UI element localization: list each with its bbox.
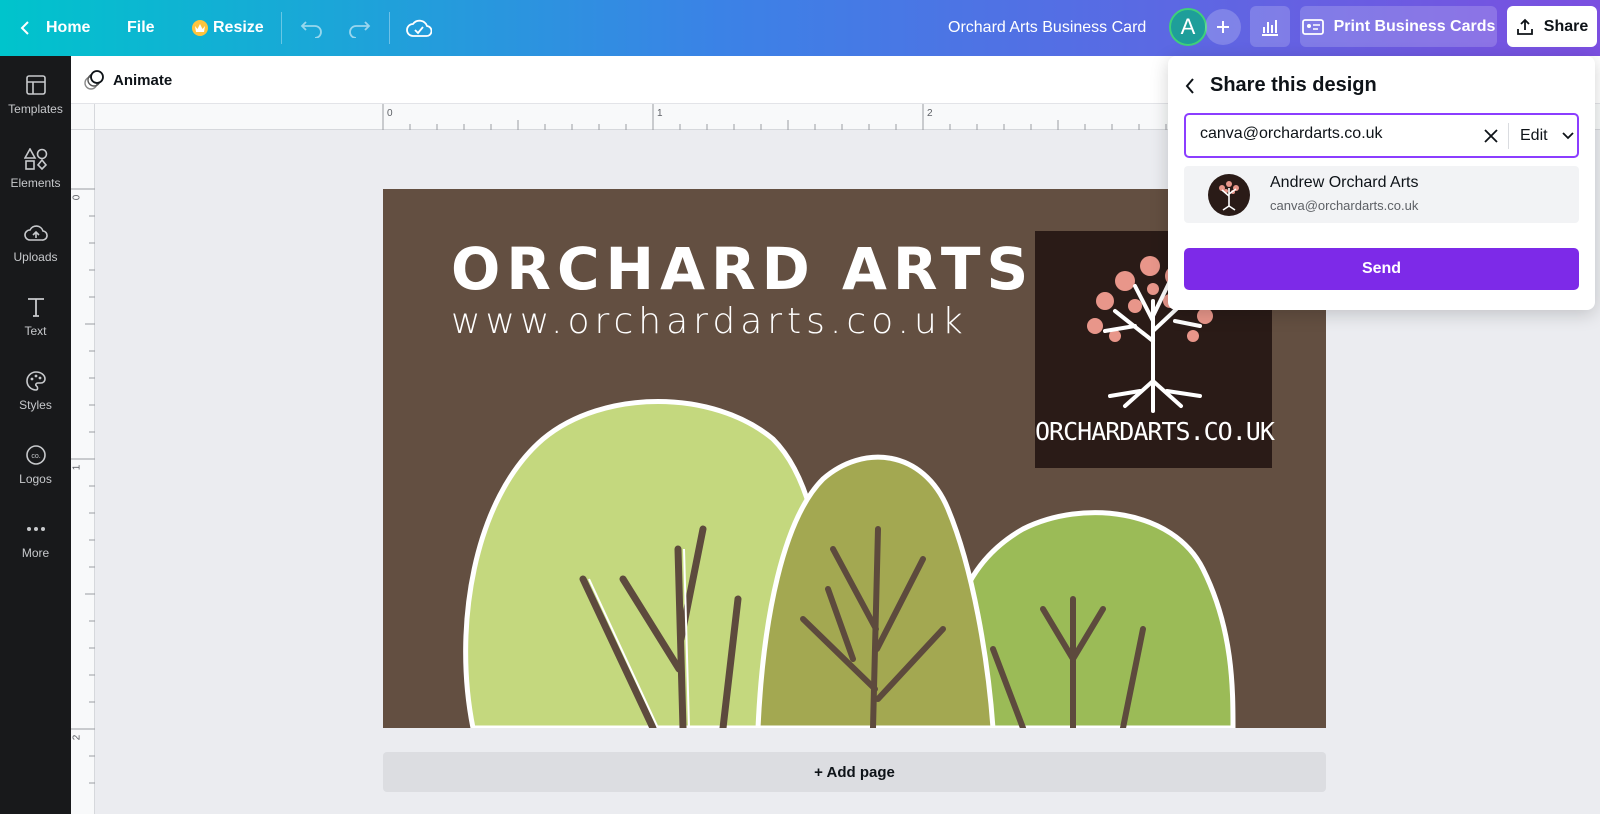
elements-icon bbox=[23, 148, 47, 170]
sidebar-item-more[interactable]: More bbox=[0, 506, 71, 572]
sidebar-item-elements[interactable]: Elements bbox=[0, 136, 71, 202]
send-label: Send bbox=[1361, 260, 1402, 277]
ruler-number: 0 bbox=[387, 108, 393, 119]
home-button[interactable]: Home bbox=[18, 0, 90, 56]
back-button[interactable] bbox=[1184, 77, 1196, 95]
plus-icon bbox=[1217, 21, 1229, 33]
chevron-left-icon bbox=[1185, 77, 1194, 94]
clear-input-button[interactable] bbox=[1480, 125, 1502, 147]
styles-icon bbox=[25, 371, 46, 391]
input-divider bbox=[1508, 123, 1509, 149]
design-title[interactable]: Orchard Arts Business Card bbox=[948, 0, 1146, 56]
add-collaborator-button[interactable] bbox=[1205, 9, 1241, 45]
insights-button[interactable] bbox=[1250, 6, 1290, 47]
sidebar-item-label: Logos bbox=[19, 472, 52, 486]
sidebar-item-label: More bbox=[21, 546, 50, 560]
ruler-number: 2 bbox=[71, 734, 83, 741]
print-business-cards-button[interactable]: Print Business Cards bbox=[1300, 6, 1497, 47]
toolbar-divider bbox=[281, 12, 282, 44]
share-label: Share bbox=[1543, 17, 1589, 35]
ruler-number: 2 bbox=[927, 108, 933, 119]
chevron-left-icon bbox=[20, 21, 29, 35]
share-panel-title: Share this design bbox=[1210, 74, 1377, 96]
design-title-text: Orchard Arts Business Card bbox=[948, 19, 1147, 36]
share-email-input[interactable] bbox=[1200, 125, 1470, 143]
sidebar-item-label: Templates bbox=[8, 102, 63, 116]
business-card-icon bbox=[1301, 18, 1324, 35]
card-url[interactable]: www.orchardarts.co.uk bbox=[451, 301, 968, 342]
card-title[interactable]: ORCHARD ARTS bbox=[451, 235, 1034, 303]
sidebar-item-styles[interactable]: Styles bbox=[0, 358, 71, 424]
permission-dropdown[interactable]: Edit bbox=[1520, 115, 1574, 156]
ruler-ticks bbox=[71, 188, 95, 784]
upload-share-icon bbox=[1516, 18, 1533, 35]
undo-button[interactable] bbox=[300, 0, 324, 56]
redo-icon bbox=[349, 21, 371, 38]
file-menu-button[interactable]: File bbox=[127, 0, 155, 56]
templates-icon bbox=[25, 75, 46, 95]
print-label: Print Business Cards bbox=[1333, 17, 1496, 35]
more-icon bbox=[26, 527, 45, 531]
contact-email: canva@orchardarts.co.uk bbox=[1270, 198, 1419, 213]
contact-name: Andrew Orchard Arts bbox=[1270, 174, 1419, 191]
ruler-number: 0 bbox=[71, 194, 83, 201]
send-button[interactable]: Send bbox=[1184, 248, 1579, 290]
sidebar-item-label: Styles bbox=[19, 398, 52, 412]
resize-button[interactable]: Resize bbox=[192, 0, 264, 56]
file-label: File bbox=[127, 19, 155, 36]
home-label: Home bbox=[46, 19, 91, 36]
share-panel-header: Share this design bbox=[1184, 74, 1377, 97]
sidebar-item-text[interactable]: Text bbox=[0, 284, 71, 350]
cloud-check-icon bbox=[406, 19, 432, 37]
share-email-field[interactable]: Edit bbox=[1184, 113, 1579, 158]
text-icon bbox=[27, 298, 44, 317]
resize-label: Resize bbox=[213, 19, 264, 36]
sidebar-item-logos[interactable]: co. Logos bbox=[0, 432, 71, 498]
sidebar-item-label: Text bbox=[24, 324, 47, 338]
sidebar-item-label: Uploads bbox=[13, 250, 58, 264]
uploads-icon bbox=[23, 225, 48, 241]
sidebar-item-templates[interactable]: Templates bbox=[0, 62, 71, 128]
share-panel: Share this design Edit Andrew Orchard Ar… bbox=[1168, 56, 1595, 310]
contact-suggestion[interactable]: Andrew Orchard Arts canva@orchardarts.co… bbox=[1184, 166, 1579, 223]
save-status-button[interactable] bbox=[406, 0, 432, 56]
contact-avatar bbox=[1208, 174, 1250, 216]
ruler-vertical[interactable]: 0 1 2 bbox=[71, 130, 95, 814]
ruler-number: 1 bbox=[71, 464, 83, 471]
permission-value: Edit bbox=[1520, 126, 1548, 144]
close-icon bbox=[1484, 129, 1498, 143]
sidebar-item-label: Elements bbox=[10, 176, 61, 190]
animate-label: Animate bbox=[113, 71, 173, 89]
ruler-corner bbox=[71, 104, 95, 130]
svg-text:co.: co. bbox=[31, 453, 40, 460]
redo-button[interactable] bbox=[347, 0, 371, 56]
ruler-number: 1 bbox=[657, 108, 663, 119]
add-page-button[interactable]: + Add page bbox=[383, 752, 1326, 792]
undo-icon bbox=[300, 21, 322, 38]
user-avatar[interactable]: A bbox=[1169, 8, 1207, 46]
toolbar-divider bbox=[389, 12, 390, 44]
logo-text: ORCHARDARTS.CO.UK bbox=[1035, 417, 1275, 446]
logos-icon: co. bbox=[25, 445, 46, 465]
bar-chart-icon bbox=[1262, 19, 1278, 36]
left-sidebar: Templates Elements Uploads Text Styles c… bbox=[0, 56, 71, 814]
chevron-down-icon bbox=[1561, 131, 1574, 139]
animate-button[interactable]: Animate bbox=[83, 56, 172, 104]
animate-icon bbox=[84, 70, 104, 90]
add-page-label: + Add page bbox=[814, 763, 895, 781]
crown-icon bbox=[192, 20, 208, 36]
avatar-initial: A bbox=[1180, 14, 1196, 39]
top-bar: Home File Resize Orchard Arts Business C… bbox=[0, 0, 1600, 56]
sidebar-item-uploads[interactable]: Uploads bbox=[0, 210, 71, 276]
share-button[interactable]: Share bbox=[1507, 6, 1597, 47]
